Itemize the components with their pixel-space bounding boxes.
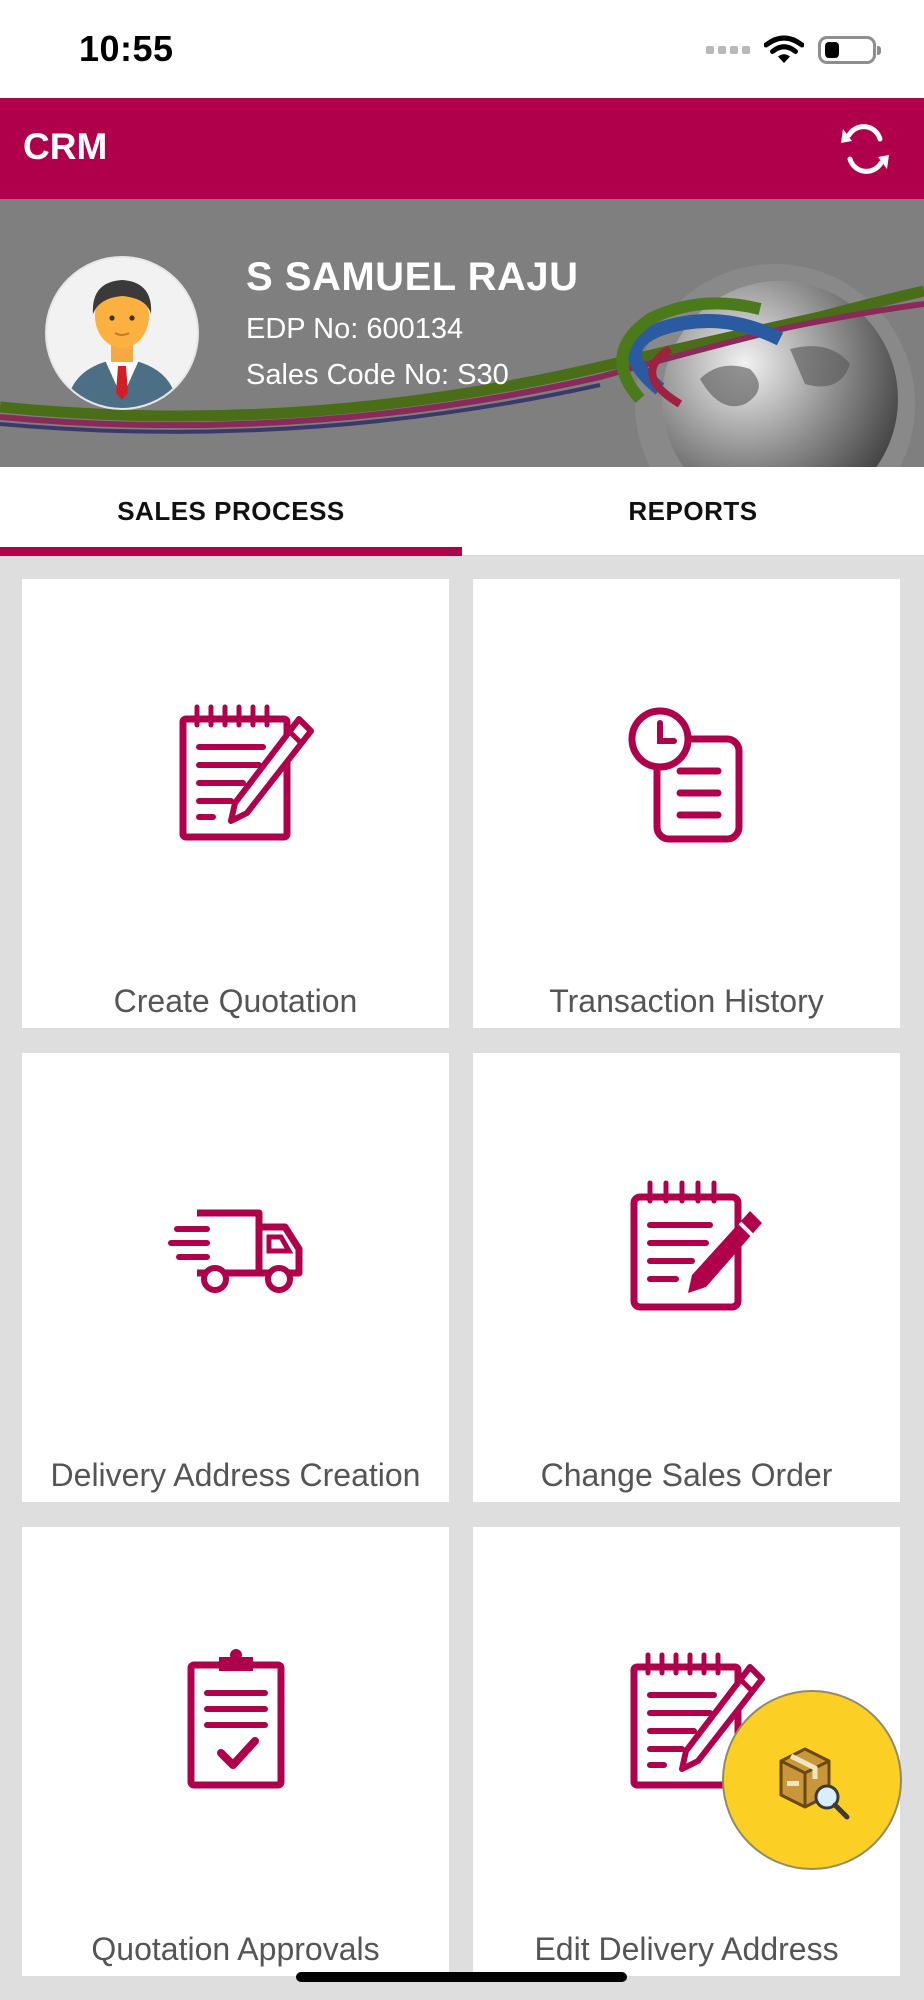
- status-bar: 10:55: [0, 0, 924, 98]
- delivery-truck-icon: [151, 1163, 321, 1333]
- status-time: 10:55: [79, 28, 174, 69]
- tile-delivery-address-creation[interactable]: Delivery Address Creation: [22, 1053, 449, 1502]
- tile-label: Change Sales Order: [540, 1457, 833, 1493]
- tile-label: Quotation Approvals: [91, 1931, 380, 1967]
- tile-label: Create Quotation: [113, 983, 358, 1019]
- tab-sales-process[interactable]: SALES PROCESS: [0, 467, 462, 557]
- profile-banner: S SAMUEL RAJU EDP No: 600134 Sales Code …: [0, 199, 924, 467]
- profile-name: S SAMUEL RAJU: [246, 255, 579, 299]
- clock-document-icon: [602, 689, 772, 859]
- battery-icon: [818, 36, 881, 64]
- user-avatar-icon: [67, 280, 177, 408]
- profile-sales-code: Sales Code No: S30: [246, 359, 509, 391]
- app-title: CRM: [23, 126, 108, 167]
- tab-bar: SALES PROCESS REPORTS: [0, 467, 924, 557]
- battery-level: [825, 42, 839, 58]
- signal-dots-icon: [706, 46, 750, 54]
- refresh-icon: [841, 124, 889, 174]
- tile-label: Edit Delivery Address: [534, 1931, 839, 1967]
- clipboard-check-icon: [151, 1637, 321, 1807]
- tile-label: Delivery Address Creation: [50, 1457, 421, 1493]
- package-search-button[interactable]: [722, 1690, 902, 1870]
- avatar: [45, 256, 199, 410]
- app-bar: CRM: [0, 98, 924, 199]
- tile-quotation-approvals[interactable]: Quotation Approvals: [22, 1527, 449, 1976]
- tile-transaction-history[interactable]: Transaction History: [473, 579, 900, 1028]
- tile-create-quotation[interactable]: Create Quotation: [22, 579, 449, 1028]
- notepad-edit-icon: [602, 1163, 772, 1333]
- home-indicator: [296, 1972, 627, 1982]
- package-search-icon: [779, 1747, 850, 1820]
- profile-edp-number: EDP No: 600134: [246, 313, 464, 345]
- tile-label: Transaction History: [549, 983, 824, 1019]
- refresh-button[interactable]: [834, 118, 896, 180]
- notepad-pencil-icon: [151, 689, 321, 859]
- wifi-icon: [764, 35, 804, 63]
- tile-change-sales-order[interactable]: Change Sales Order: [473, 1053, 900, 1502]
- tab-reports[interactable]: REPORTS: [462, 467, 924, 556]
- status-icons: [706, 30, 881, 70]
